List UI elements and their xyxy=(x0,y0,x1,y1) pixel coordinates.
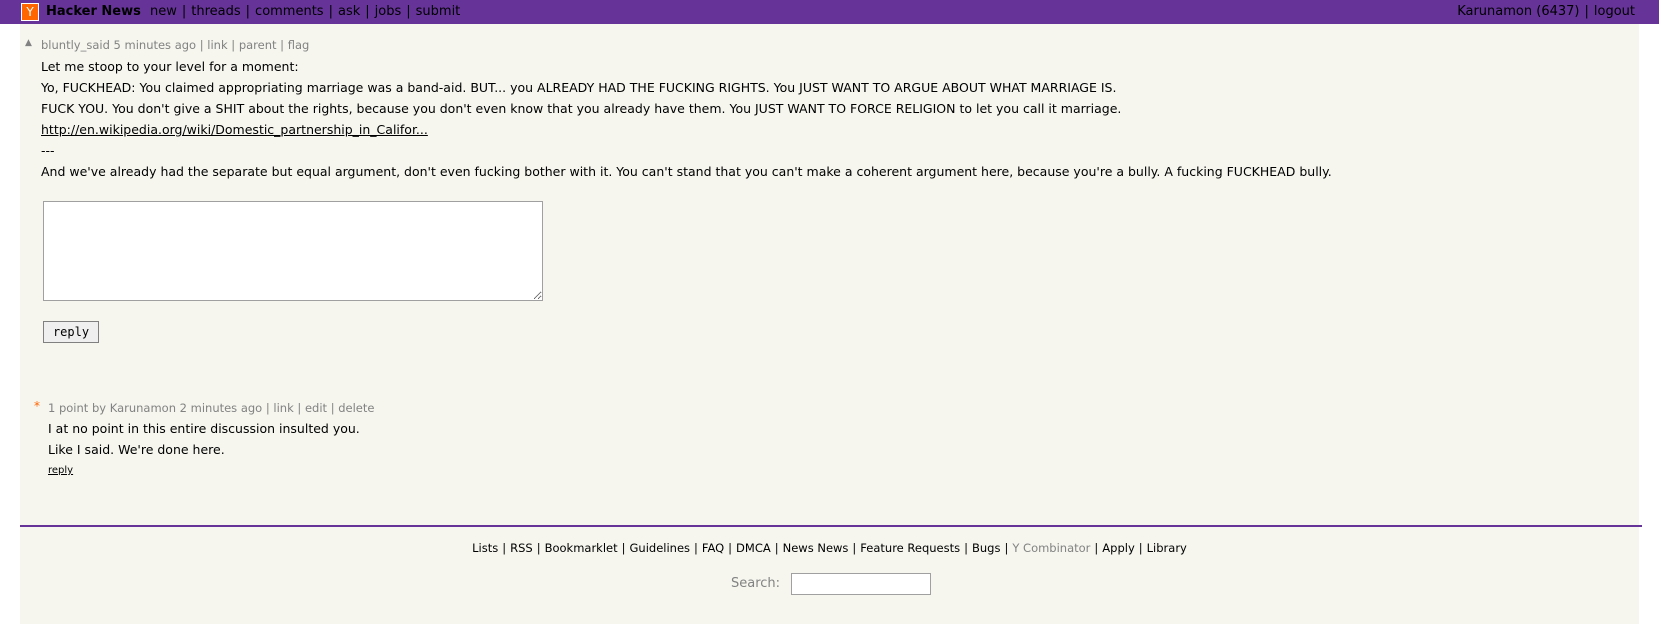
nav-submit[interactable]: submit xyxy=(416,4,461,19)
comment-link[interactable]: link xyxy=(207,38,227,52)
top-navigation-bar: Y Hacker News new | threads | comments | ask | j… xyxy=(0,0,1659,24)
comment-author-link[interactable]: Karunamon xyxy=(110,401,176,415)
footer-link-feature-requests[interactable]: Feature Requests xyxy=(860,541,960,555)
footer-separator: | xyxy=(621,541,626,555)
logout-link[interactable]: logout xyxy=(1594,4,1635,19)
meta-separator: | xyxy=(280,38,285,52)
comment-points: 1 point xyxy=(48,401,89,415)
comment-line: And we've already had the separate but e… xyxy=(41,164,1332,179)
reply-textarea[interactable] xyxy=(43,201,543,301)
flag-link[interactable]: flag xyxy=(288,38,310,52)
footer-separator: | xyxy=(1138,541,1143,555)
user-profile-link[interactable]: Karunamon xyxy=(1457,4,1532,19)
main-nav: new | threads | comments | ask | jobs | submit xyxy=(150,0,460,24)
footer-link-faq[interactable]: FAQ xyxy=(702,541,724,555)
meta-separator: | xyxy=(265,401,270,415)
comment-body: I at no point in this entire discussion … xyxy=(48,418,360,460)
nav-jobs[interactable]: jobs xyxy=(375,4,402,19)
reply-button[interactable]: reply xyxy=(43,321,99,343)
comment-age: 5 minutes ago xyxy=(113,38,197,52)
delete-link[interactable]: delete xyxy=(338,401,374,415)
footer-separator: | xyxy=(502,541,507,555)
nav-separator: | xyxy=(328,4,333,19)
footer-link-dmca[interactable]: DMCA xyxy=(736,541,771,555)
wikipedia-link[interactable]: http://en.wikipedia.org/wiki/Domestic_pa… xyxy=(41,122,428,137)
footer-link-news-news[interactable]: News News xyxy=(783,541,849,555)
footer-link-guidelines[interactable]: Guidelines xyxy=(630,541,691,555)
nav-comments[interactable]: comments xyxy=(255,4,324,19)
footer-links: Lists | RSS | Bookmarklet | Guidelines | FAQ | DMC… xyxy=(0,541,1659,555)
parent-link[interactable]: parent xyxy=(239,38,277,52)
comment-meta: bluntly_said 5 minutes ago | link | pare… xyxy=(41,38,309,52)
nav-ask[interactable]: ask xyxy=(338,4,360,19)
comment-meta: 1 point by Karunamon 2 minutes ago | lin… xyxy=(48,401,374,415)
upvote-arrow-icon[interactable]: ▲ xyxy=(25,38,32,48)
nav-new[interactable]: new xyxy=(150,4,177,19)
footer-link-y-combinator[interactable]: Y Combinator xyxy=(1012,541,1090,555)
footer-link-library[interactable]: Library xyxy=(1147,541,1187,555)
footer-separator: | xyxy=(852,541,857,555)
meta-separator: | xyxy=(199,38,204,52)
nav-threads[interactable]: threads xyxy=(191,4,240,19)
footer-link-bookmarklet[interactable]: Bookmarklet xyxy=(545,541,618,555)
edit-link[interactable]: edit xyxy=(305,401,327,415)
own-comment-star-icon: * xyxy=(34,399,40,413)
comment-reply-link[interactable]: reply xyxy=(48,465,73,476)
comment-line: Yo, FUCKHEAD: You claimed appropriating … xyxy=(41,80,1117,95)
nav-separator: | xyxy=(1584,4,1589,19)
comment-author-link[interactable]: bluntly_said xyxy=(41,38,110,52)
footer-separator: | xyxy=(728,541,733,555)
footer-link-rss[interactable]: RSS xyxy=(510,541,533,555)
footer-link-apply[interactable]: Apply xyxy=(1102,541,1134,555)
footer-separator: | xyxy=(694,541,698,555)
comment-line: Like I said. We're done here. xyxy=(48,442,225,457)
footer-link-lists[interactable]: Lists xyxy=(472,541,498,555)
search-label: Search: xyxy=(731,576,781,591)
meta-separator: | xyxy=(297,401,302,415)
nav-separator: | xyxy=(365,4,370,19)
comment-body: Let me stoop to your level for a moment:… xyxy=(41,56,1332,182)
comment-by: by xyxy=(91,401,107,415)
footer-separator: | xyxy=(774,541,779,555)
search-input[interactable] xyxy=(791,573,931,595)
nav-separator: | xyxy=(181,4,187,19)
footer-link-bugs[interactable]: Bugs xyxy=(972,541,1000,555)
footer-separator: | xyxy=(964,541,968,555)
user-area: Karunamon (6437) | logout xyxy=(1457,0,1635,24)
comment-url-line: http://en.wikipedia.org/wiki/Domestic_pa… xyxy=(41,119,1332,140)
comment-link[interactable]: link xyxy=(273,401,293,415)
comment-line: FUCK YOU. You don't give a SHIT about th… xyxy=(41,101,1122,116)
user-karma: (6437) xyxy=(1536,4,1580,19)
meta-separator: | xyxy=(231,38,236,52)
comment-line: Let me stoop to your level for a moment: xyxy=(41,59,299,74)
comment-age: 2 minutes ago xyxy=(179,401,263,415)
site-name-link[interactable]: Hacker News xyxy=(46,0,141,24)
footer-divider xyxy=(20,525,1642,527)
comment-line: --- xyxy=(41,143,55,158)
comment-line: I at no point in this entire discussion … xyxy=(48,421,360,436)
footer-separator: | xyxy=(1094,541,1099,555)
footer-separator: | xyxy=(1004,541,1009,555)
meta-separator: | xyxy=(330,401,335,415)
y-logo-icon[interactable]: Y xyxy=(21,3,39,21)
nav-separator: | xyxy=(245,4,251,19)
footer-separator: | xyxy=(536,541,541,555)
nav-separator: | xyxy=(406,4,411,19)
